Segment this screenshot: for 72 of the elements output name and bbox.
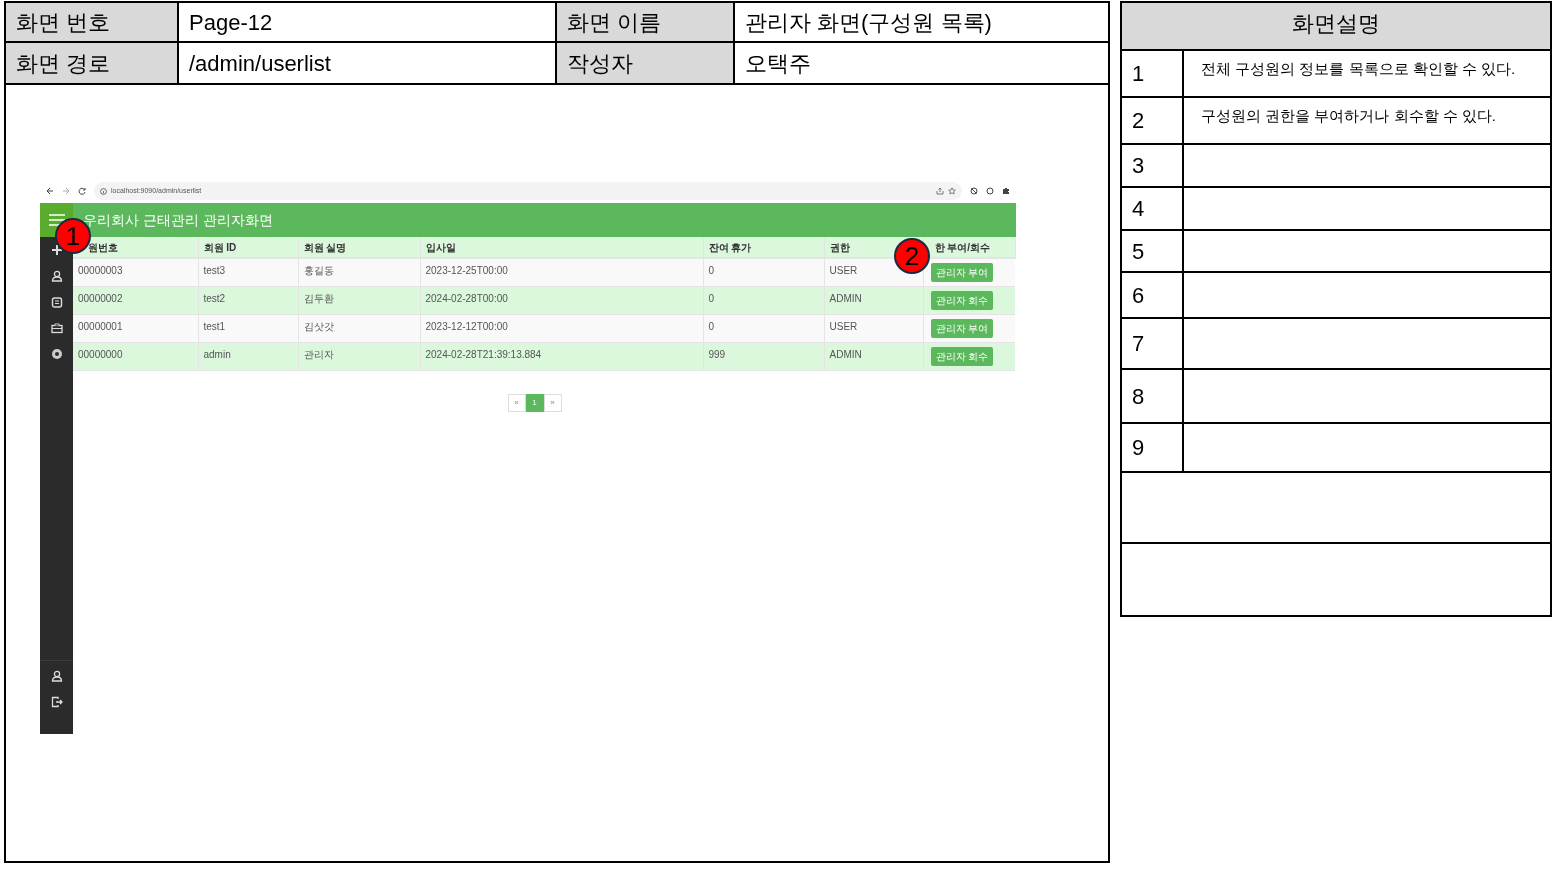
description-text: 전체 구성원의 정보를 목록으로 확인할 수 있다. bbox=[1201, 60, 1516, 77]
notebook-icon[interactable] bbox=[50, 296, 63, 308]
table-cell: 2023-12-25T00:00 bbox=[425, 265, 508, 276]
table-cell: 00000002 bbox=[78, 292, 123, 304]
puzzle-icon[interactable] bbox=[1002, 187, 1010, 195]
table-cell: 0 bbox=[708, 265, 715, 276]
table-cell: 0 bbox=[708, 320, 715, 332]
briefcase-icon[interactable] bbox=[50, 322, 63, 334]
table-cell: 김삿갓 bbox=[303, 320, 334, 332]
table-cell: 2024-02-28T00:00 bbox=[425, 292, 508, 304]
table-cell: USER bbox=[829, 265, 858, 276]
page-button[interactable]: » bbox=[543, 393, 562, 412]
table-cell: 2023-12-12T00:00 bbox=[425, 320, 508, 332]
column-header: 회원 ID bbox=[203, 241, 237, 253]
row-number: 4 bbox=[1132, 195, 1145, 223]
table-cell: 김두환 bbox=[303, 292, 334, 304]
row-number: 7 bbox=[1132, 330, 1145, 358]
reload-icon[interactable] bbox=[78, 187, 86, 195]
field-value: 오택주 bbox=[745, 49, 811, 78]
user-icon[interactable] bbox=[50, 270, 63, 282]
logout-icon[interactable] bbox=[50, 696, 63, 708]
table-cell: ADMIN bbox=[829, 292, 862, 304]
field-label: 화면 경로 bbox=[16, 49, 111, 78]
column-header: 입사일 bbox=[425, 241, 456, 253]
table-cell: 00000001 bbox=[78, 320, 123, 332]
table-cell: USER bbox=[829, 320, 858, 332]
info-icon bbox=[100, 187, 107, 195]
table-cell: 00000003 bbox=[78, 265, 123, 276]
row-number: 9 bbox=[1132, 434, 1145, 462]
circle-icon[interactable] bbox=[986, 187, 994, 195]
section-title: 화면설명 bbox=[1292, 10, 1380, 38]
row-number: 3 bbox=[1132, 152, 1145, 180]
table-cell: 2024-02-28T21:39:13.884 bbox=[425, 348, 542, 360]
plus-icon[interactable] bbox=[50, 244, 63, 256]
share-icon[interactable] bbox=[936, 187, 944, 195]
blocked-icon[interactable] bbox=[970, 187, 978, 195]
page-button[interactable]: 1 bbox=[525, 393, 544, 412]
table-cell: 관리자 bbox=[303, 348, 334, 360]
gauge-icon[interactable] bbox=[50, 348, 63, 360]
admin-role-button[interactable]: 관리자 회수 bbox=[930, 290, 994, 310]
page-button[interactable]: « bbox=[507, 393, 526, 412]
table-cell: admin bbox=[203, 348, 231, 360]
table-cell: 00000000 bbox=[78, 348, 123, 360]
field-value: Page-12 bbox=[189, 8, 273, 37]
field-label: 화면 번호 bbox=[16, 8, 111, 37]
table-cell: ADMIN bbox=[829, 348, 862, 360]
table-cell: 0 bbox=[708, 292, 715, 304]
description-text: 구성원의 권한을 부여하거나 회수할 수 있다. bbox=[1201, 107, 1496, 124]
column-header: 한 부여/회수 bbox=[933, 241, 991, 253]
admin-role-button[interactable]: 관리자 부여 bbox=[930, 263, 994, 282]
field-label: 화면 이름 bbox=[567, 8, 662, 37]
column-header: 회원 실명 bbox=[303, 241, 347, 253]
field-value: /admin/userlist bbox=[189, 49, 331, 78]
table-cell: test2 bbox=[203, 292, 226, 304]
admin-role-button[interactable]: 관리자 부여 bbox=[930, 318, 994, 338]
row-number: 8 bbox=[1132, 382, 1145, 411]
row-number: 1 bbox=[1132, 60, 1145, 88]
table-cell: 홍길동 bbox=[303, 265, 334, 276]
column-header: 잔여 휴가 bbox=[708, 241, 752, 253]
user-icon[interactable] bbox=[50, 670, 63, 682]
table-cell: test1 bbox=[203, 320, 226, 332]
admin-role-button[interactable]: 관리자 회수 bbox=[930, 346, 994, 366]
field-label: 작성자 bbox=[567, 49, 633, 78]
row-number: 2 bbox=[1132, 107, 1145, 135]
column-header: 권한 bbox=[829, 241, 850, 253]
row-number: 5 bbox=[1132, 237, 1145, 266]
row-number: 6 bbox=[1132, 281, 1145, 310]
star-icon[interactable] bbox=[948, 187, 956, 195]
table-cell: 999 bbox=[708, 348, 726, 360]
back-icon[interactable] bbox=[46, 187, 54, 195]
field-value: 관리자 화면(구성원 목록) bbox=[745, 8, 992, 37]
table-cell: test3 bbox=[203, 265, 226, 276]
